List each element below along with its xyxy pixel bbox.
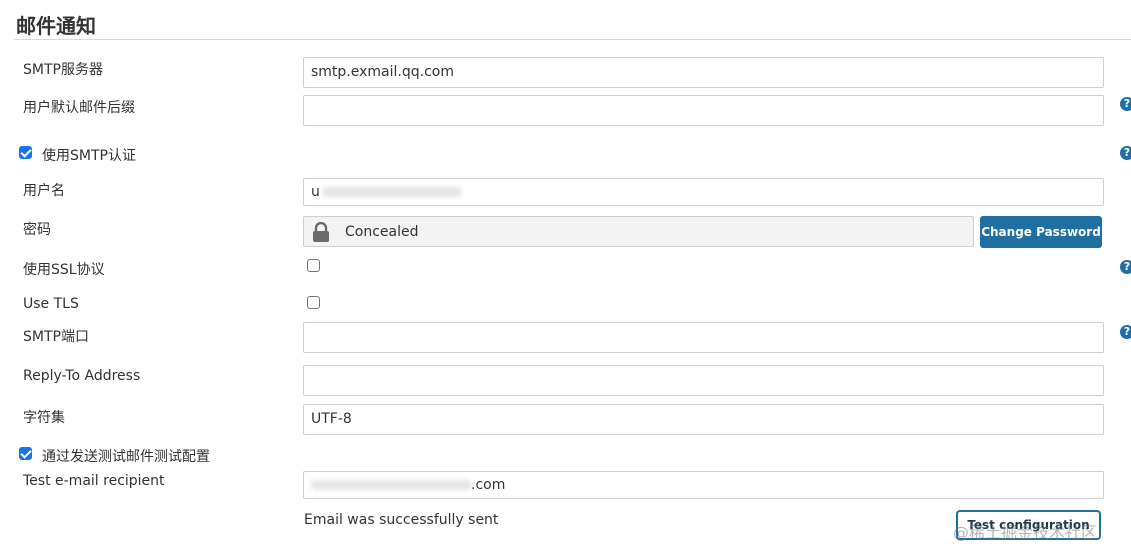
smtp-auth-checkbox[interactable] (19, 146, 32, 159)
redacted-text (311, 480, 471, 490)
use-tls-label: Use TLS (23, 296, 79, 312)
help-icon[interactable]: ? (1120, 260, 1131, 274)
help-icon[interactable]: ? (1120, 146, 1131, 160)
help-icon[interactable]: ? (1120, 97, 1131, 111)
password-field[interactable]: Concealed (303, 216, 974, 247)
help-icon[interactable]: ? (1120, 325, 1131, 339)
use-ssl-checkbox[interactable] (307, 259, 320, 272)
reply-to-input[interactable] (303, 365, 1104, 396)
smtp-auth-label: 使用SMTP认证 (42, 148, 136, 164)
smtp-server-label: SMTP服务器 (23, 62, 103, 78)
test-by-sending-label: 通过发送测试邮件测试配置 (42, 449, 210, 465)
test-configuration-button[interactable]: Test configuration (956, 510, 1101, 540)
password-label: 密码 (23, 222, 51, 238)
default-suffix-input[interactable] (303, 95, 1104, 126)
test-recipient-input[interactable]: .com (303, 471, 1104, 499)
default-suffix-label: 用户默认邮件后缀 (23, 100, 135, 116)
lock-icon (313, 222, 329, 242)
section-title: 邮件通知 (16, 14, 96, 38)
smtp-port-input[interactable] (303, 322, 1104, 353)
username-value: u (311, 184, 320, 200)
status-message: Email was successfully sent (304, 512, 499, 528)
charset-label: 字符集 (23, 410, 65, 426)
password-concealed-text: Concealed (345, 224, 419, 240)
reply-to-label: Reply-To Address (23, 368, 141, 384)
smtp-port-label: SMTP端口 (23, 329, 89, 345)
username-label: 用户名 (23, 183, 65, 199)
use-tls-checkbox[interactable] (307, 296, 320, 309)
test-recipient-label: Test e-mail recipient (23, 473, 165, 489)
smtp-server-input[interactable]: smtp.exmail.qq.com (303, 57, 1104, 88)
redacted-text (321, 187, 462, 197)
test-by-sending-checkbox[interactable] (19, 447, 32, 460)
username-input[interactable]: u (303, 178, 1104, 206)
section-divider (14, 39, 1131, 40)
change-password-button[interactable]: Change Password (980, 216, 1102, 248)
charset-input[interactable]: UTF-8 (303, 404, 1104, 435)
use-ssl-label: 使用SSL协议 (23, 262, 105, 278)
email-notification-panel: 邮件通知 SMTP服务器 smtp.exmail.qq.com 用户默认邮件后缀… (0, 0, 1131, 556)
test-recipient-suffix: .com (471, 477, 506, 493)
